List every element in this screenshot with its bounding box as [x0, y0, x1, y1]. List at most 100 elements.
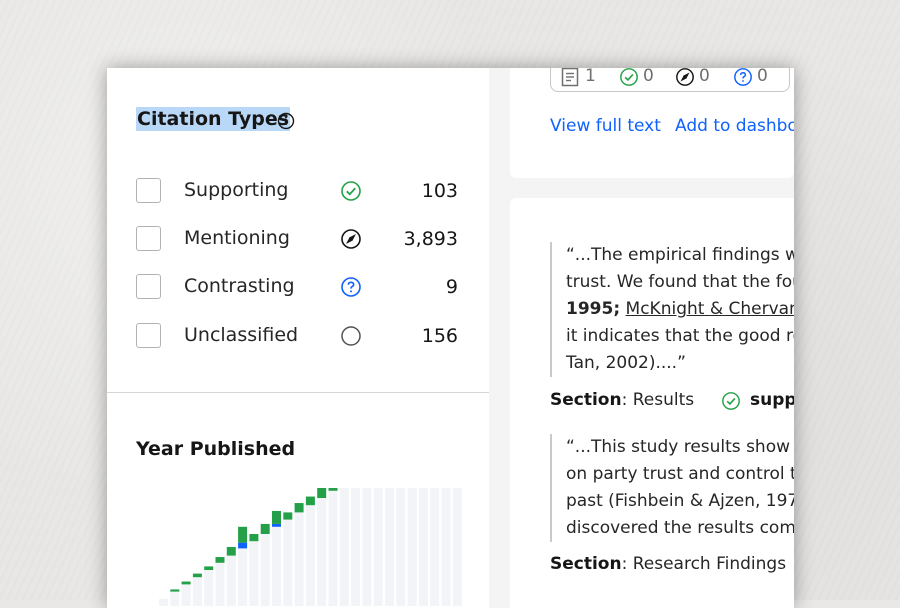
view-full-text-link[interactable]: View full text [550, 116, 661, 136]
app-window: Citation Types Supporting 103 Mentioning… [107, 68, 794, 608]
excerpt-1-section: Section: Results [550, 390, 694, 410]
excerpt-1: “...The empirical findings wer trust. We… [550, 242, 794, 377]
excerpt-2: “...This study results show th on party … [550, 434, 794, 542]
add-to-dashboard-link[interactable]: Add to dashboa [675, 116, 794, 136]
excerpt-line: past (Fishbein & Ajzen, 1975 [566, 491, 794, 511]
chart-bar-mentioning[interactable] [181, 584, 191, 606]
year-published-chart[interactable] [107, 488, 489, 608]
chart-bar-mentioning[interactable] [204, 570, 214, 606]
mentioning-count: 3,893 [403, 228, 458, 250]
chart-bar-supporting[interactable] [305, 496, 315, 506]
unclassified-label: Unclassified [184, 324, 299, 346]
unclassified-checkbox[interactable] [136, 323, 161, 348]
chart-bar-mentioning[interactable] [351, 488, 361, 606]
supporting-checkbox[interactable] [136, 178, 161, 203]
chart-bar-supporting[interactable] [283, 512, 293, 520]
filter-panel: Citation Types Supporting 103 Mentioning… [107, 68, 489, 608]
section-divider [107, 392, 489, 393]
chart-bar-mentioning[interactable] [396, 488, 406, 606]
chart-bar-mentioning[interactable] [385, 488, 394, 606]
question-circle-icon [340, 276, 362, 302]
filter-row-supporting[interactable]: Supporting 103 [136, 178, 466, 208]
chart-bar-mentioning[interactable] [407, 488, 417, 606]
chart-bar-mentioning[interactable] [305, 505, 315, 606]
excerpt-line: trust. We found that the four [566, 272, 794, 292]
chart-bar-mentioning[interactable] [226, 555, 236, 606]
chart-bar-supporting[interactable] [260, 523, 270, 534]
chart-bar-supporting[interactable] [192, 573, 202, 578]
compass-icon [675, 68, 695, 91]
stat-mentioning-value: 0 [699, 68, 710, 86]
chart-bar-mentioning[interactable] [452, 488, 462, 606]
chart-bar-mentioning[interactable] [238, 548, 248, 606]
stat-total-value: 1 [585, 68, 596, 86]
excerpt-line: “...The empirical findings wer [566, 245, 794, 265]
section-value: : Results [621, 390, 695, 410]
chart-bar-mentioning[interactable] [294, 512, 304, 606]
question-circle-icon [733, 68, 753, 91]
excerpt-line: “...This study results show th [566, 437, 794, 457]
section-label: Section [550, 390, 622, 410]
stat-contrasting-value: 0 [757, 68, 768, 86]
filter-row-mentioning[interactable]: Mentioning 3,893 [136, 226, 466, 256]
chart-bar-supporting[interactable] [328, 488, 338, 491]
contrasting-label: Contrasting [184, 275, 295, 297]
chart-bar-supporting[interactable] [226, 546, 236, 556]
check-circle-icon [721, 391, 741, 415]
filter-row-contrasting[interactable]: Contrasting 9 [136, 274, 466, 304]
stat-supporting-value: 0 [643, 68, 654, 86]
excerpt-line: on party trust and control tru [566, 464, 794, 484]
chart-bar-contrasting[interactable] [238, 542, 248, 549]
chart-bar-supporting[interactable] [204, 566, 214, 570]
supporting-count: 103 [421, 180, 458, 202]
mentioning-checkbox[interactable] [136, 226, 161, 251]
chart-bar-mentioning[interactable] [249, 541, 259, 606]
section-label: Section [550, 554, 622, 574]
check-circle-icon [619, 68, 639, 91]
chart-bar-supporting[interactable] [294, 503, 304, 513]
excerpt-line: 1995; McKnight & Chervany, [566, 296, 794, 323]
chart-bar-mentioning[interactable] [192, 577, 202, 606]
chart-bar-contrasting[interactable] [272, 523, 281, 527]
result-card-excerpts: “...The empirical findings wer trust. We… [510, 198, 794, 608]
chart-bar-supporting[interactable] [181, 581, 191, 585]
chart-bar-mentioning[interactable] [373, 488, 383, 606]
excerpt-line: it indicates that the good rep [566, 326, 794, 346]
excerpt-line: discovered the results compl [566, 518, 794, 538]
chart-bar-mentioning[interactable] [362, 488, 372, 606]
chart-bar-mentioning[interactable] [317, 498, 327, 606]
reference-link[interactable]: McKnight & Chervany, [626, 299, 794, 319]
chart-bar-mentioning[interactable] [339, 488, 349, 606]
citation-stats-pill: 1 0 0 0 [550, 68, 790, 92]
chart-bar-supporting[interactable] [249, 534, 259, 542]
filter-row-unclassified[interactable]: Unclassified 156 [136, 323, 466, 353]
supporting-label: Supporting [184, 179, 289, 201]
chart-bar-mentioning[interactable] [260, 534, 270, 606]
chart-bar-mentioning[interactable] [272, 526, 281, 606]
chart-bar-supporting[interactable] [272, 510, 281, 524]
chart-bar-mentioning[interactable] [418, 488, 428, 606]
year-published-title: Year Published [136, 438, 296, 460]
citation-types-title: Citation Types [136, 107, 291, 131]
chart-bar-mentioning[interactable] [170, 591, 180, 606]
chart-bar-supporting[interactable] [170, 589, 180, 592]
supporting-tag: suppo [750, 390, 794, 410]
result-card-top: 1 0 0 0 View full text Add to dashbo [510, 68, 794, 178]
mentioning-label: Mentioning [184, 227, 290, 249]
chart-bar-supporting[interactable] [215, 557, 225, 563]
chart-bar-mentioning[interactable] [441, 488, 451, 606]
excerpt-2-section: Section: Research Findings [550, 554, 786, 574]
document-icon [561, 68, 579, 91]
check-circle-icon [340, 180, 362, 206]
empty-circle-icon [340, 325, 362, 351]
contrasting-checkbox[interactable] [136, 274, 161, 299]
excerpt-line: Tan, 2002)....” [566, 353, 686, 373]
chart-bar-mentioning[interactable] [430, 488, 440, 606]
chart-bar-supporting[interactable] [238, 526, 248, 543]
chart-bar-mentioning[interactable] [283, 519, 293, 606]
excerpt-bold-year: 1995; [566, 299, 621, 319]
chart-bar-supporting[interactable] [317, 488, 327, 498]
info-icon[interactable] [277, 112, 295, 134]
unclassified-count: 156 [421, 325, 458, 347]
chart-bar-mentioning[interactable] [328, 490, 338, 606]
